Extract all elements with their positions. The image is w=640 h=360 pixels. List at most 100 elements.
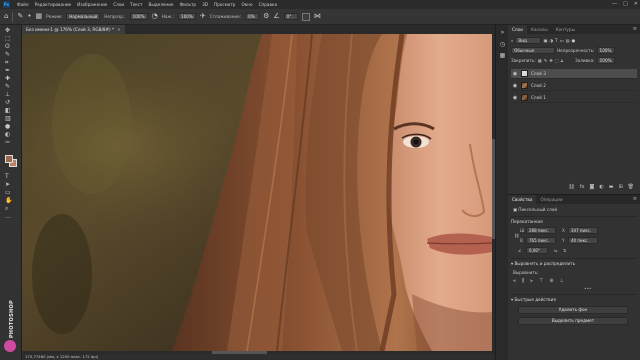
menu-type[interactable]: Текст — [127, 2, 145, 7]
document-canvas[interactable] — [22, 34, 492, 351]
crop-icon[interactable]: ⌗ — [3, 59, 19, 67]
pressure-opacity-icon[interactable]: ◔ — [152, 13, 158, 20]
gradient-icon[interactable]: ▥ — [3, 115, 19, 123]
zoom-icon[interactable]: ⌕ — [3, 205, 19, 213]
angle-field[interactable]: 0,00° — [526, 247, 548, 254]
document-tab[interactable]: Без имени-1 @ 176% (Слой 3, RGB/8#) * ✕ — [22, 25, 125, 34]
smoothing-field[interactable]: 0% — [245, 13, 260, 20]
symmetry-icon[interactable]: ⋈ — [314, 13, 321, 20]
layer-opacity-field[interactable]: 100% — [596, 47, 615, 54]
filter-pixel-icon[interactable]: ▣ — [543, 38, 547, 43]
minimize-button[interactable]: — — [612, 1, 617, 7]
link-dimensions-icon[interactable]: ⛓ — [514, 233, 519, 239]
trash-icon[interactable]: 🗑︎ — [628, 183, 634, 191]
filter-smart-icon[interactable]: ▤ — [566, 38, 570, 43]
menu-window[interactable]: Окно — [238, 2, 255, 7]
menu-edit[interactable]: Редактирование — [32, 2, 75, 7]
x-field[interactable]: 347 пикс. — [568, 227, 598, 234]
filter-shape-icon[interactable]: ▭ — [560, 38, 564, 43]
quick-select-icon[interactable]: ✎ — [3, 51, 19, 59]
folder-icon[interactable]: ▬ — [609, 183, 614, 191]
panel-menu-icon[interactable]: ≡ — [633, 25, 637, 34]
lock-all-icon[interactable]: 🔒︎ — [561, 58, 563, 63]
menu-file[interactable]: Файл — [14, 2, 32, 7]
angle-field[interactable]: 0° — [283, 13, 298, 20]
menu-help[interactable]: Справка — [256, 2, 280, 7]
menu-select[interactable]: Выделение — [146, 2, 177, 7]
align-left-icon[interactable]: ⫷ — [513, 278, 516, 284]
hand-icon[interactable]: ✋ — [3, 197, 19, 205]
visibility-eye-icon[interactable]: ◉ — [511, 71, 519, 77]
more-options[interactable]: ••• — [584, 286, 591, 291]
close-tab-icon[interactable]: ✕ — [117, 27, 121, 32]
menu-view[interactable]: Просмотр — [211, 2, 239, 7]
blend-mode-select[interactable]: Обычные — [511, 47, 555, 54]
brush-icon[interactable]: ✎ — [3, 83, 19, 91]
flip-icons[interactable]: ⇋ ⇅ — [554, 248, 568, 253]
lock-position-icon[interactable]: ✥ — [549, 58, 553, 63]
lock-image-icon[interactable]: ✎ — [544, 58, 548, 63]
menu-3d[interactable]: 3D — [199, 2, 211, 7]
blur-icon[interactable]: ● — [3, 123, 19, 131]
visibility-eye-icon[interactable]: ◉ — [511, 95, 519, 101]
menu-image[interactable]: Изображение — [74, 2, 110, 7]
move-icon[interactable]: ✥ — [3, 27, 19, 35]
home-icon[interactable]: ⌂ — [4, 13, 8, 20]
height-field[interactable]: 765 пикс. — [526, 237, 556, 244]
width-field[interactable]: 288 пикс. — [526, 227, 556, 234]
brush-settings-icon[interactable]: ▦ — [35, 13, 42, 20]
shape-icon[interactable]: ▭ — [3, 189, 19, 197]
smoothing-settings-icon[interactable]: ⚙ — [263, 13, 269, 20]
brush-size-icon[interactable]: • — [27, 13, 31, 20]
lock-transparent-icon[interactable]: ▦ — [538, 58, 542, 63]
lock-artboard-icon[interactable]: ⬚ — [555, 58, 559, 63]
select-subject-button[interactable]: Выделить предмет — [518, 317, 628, 325]
visibility-eye-icon[interactable]: ◉ — [511, 83, 519, 89]
more-tools-icon[interactable]: … — [3, 213, 19, 221]
layer-fill-field[interactable]: 100% — [596, 57, 615, 64]
panel-menu-icon[interactable]: ≡ — [633, 195, 637, 204]
menu-layers[interactable]: Слои — [110, 2, 127, 7]
layer-kind-select[interactable]: Вид — [515, 37, 542, 44]
layer-row[interactable]: ◉ Слой 2 — [511, 81, 637, 91]
marquee-icon[interactable]: ⬚ — [3, 35, 19, 43]
tab-actions[interactable]: Операции — [536, 195, 566, 204]
filter-toggle-icon[interactable]: ● — [571, 38, 575, 43]
pen-icon[interactable]: ✑ — [3, 139, 19, 147]
tab-paths[interactable]: Контуры — [552, 25, 579, 34]
mask-icon[interactable]: ◙ — [589, 183, 594, 191]
filter-type-icon[interactable]: T — [555, 38, 558, 43]
path-select-icon[interactable]: ➤ — [3, 181, 19, 189]
filter-adjust-icon[interactable]: ◑ — [549, 38, 553, 43]
adjustment-icon[interactable]: ◐ — [599, 183, 603, 191]
foreground-color-swatch[interactable] — [5, 155, 13, 163]
tab-channels[interactable]: Каналы — [527, 25, 552, 34]
dodge-icon[interactable]: ◐ — [3, 131, 19, 139]
menu-filter[interactable]: Фильтр — [177, 2, 200, 7]
mode-select[interactable]: Нормальный — [66, 13, 101, 20]
tab-layers[interactable]: Слои — [508, 25, 527, 34]
history-brush-icon[interactable]: ↺ — [3, 99, 19, 107]
type-icon[interactable]: T — [3, 173, 19, 181]
maximize-button[interactable]: □ — [623, 1, 628, 7]
swatches-panel-icon[interactable]: ▦ — [499, 52, 506, 59]
opacity-field[interactable]: 100% — [129, 13, 148, 20]
history-panel-icon[interactable]: ◷ — [499, 41, 506, 48]
tab-properties[interactable]: Свойства — [508, 195, 537, 204]
link-icon[interactable]: ⛓ — [568, 183, 574, 191]
eraser-icon[interactable]: ◧ — [3, 107, 19, 115]
layer-row[interactable]: ◉ Слой 3 — [511, 69, 637, 79]
fx-icon[interactable]: fx — [580, 183, 585, 191]
pressure-size-toggle[interactable] — [301, 12, 310, 21]
eyedropper-icon[interactable]: ✒ — [3, 67, 19, 75]
collapse-panels-icon[interactable]: » — [499, 29, 506, 36]
close-window-button[interactable]: ✕ — [634, 1, 638, 7]
align-middle-icon[interactable]: ⊕ — [549, 278, 553, 284]
airbrush-icon[interactable]: ✈ — [200, 13, 206, 20]
new-layer-icon[interactable]: ⊞ — [618, 183, 622, 191]
stamp-icon[interactable]: ⊥ — [3, 91, 19, 99]
lasso-icon[interactable]: ʘ — [3, 43, 19, 51]
healing-icon[interactable]: ✚ — [3, 75, 19, 83]
align-right-icon[interactable]: ⫸ — [530, 278, 533, 284]
y-field[interactable]: 40 пикс. — [568, 237, 598, 244]
